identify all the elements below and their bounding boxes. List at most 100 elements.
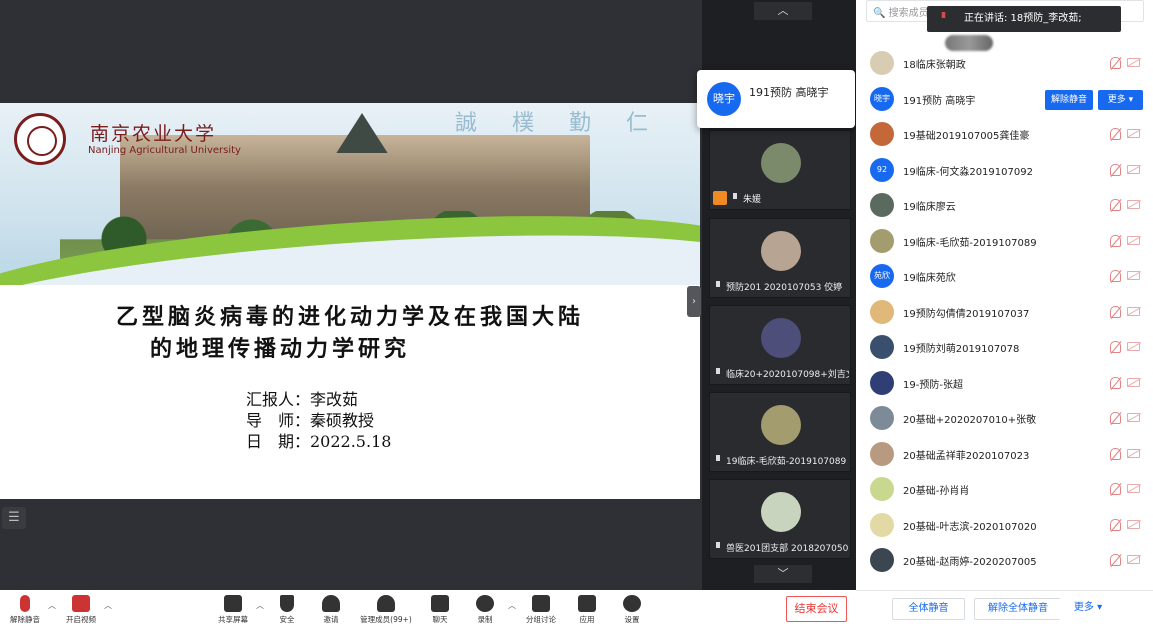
mic-muted-icon[interactable] [1110, 305, 1121, 318]
speaker-mic-icon [941, 12, 946, 18]
mic-muted-icon[interactable] [1110, 128, 1121, 140]
camera-off-icon[interactable] [1127, 164, 1140, 174]
manage-members-button[interactable]: 管理成员(99+) [355, 592, 417, 627]
member-row[interactable]: 19预防勾倩倩2019107037 [856, 295, 1153, 330]
participant-name: 兽医201团支部 2018207050... [726, 544, 849, 554]
video-tile[interactable]: 临床20+2020107098+刘吉文 [709, 305, 851, 385]
member-unmute-button[interactable]: 解除静音 [1045, 89, 1093, 110]
participant-name: 临床20+2020107098+刘吉文 [726, 370, 849, 380]
video-tile[interactable]: 19临床-毛欣茹-2019107089 [709, 392, 851, 472]
mic-muted-icon[interactable] [1110, 376, 1121, 389]
camera-off-icon[interactable] [1127, 235, 1140, 245]
speaking-text: 正在讲话: 18预防_李改茹; [964, 13, 1082, 24]
camera-off-icon[interactable] [1127, 377, 1140, 387]
member-row[interactable]: 19临床-毛欣茹-2019107089 [856, 224, 1153, 259]
panel-more-button[interactable]: 更多 ▾ [1059, 598, 1117, 620]
invite-button[interactable]: 邀请 [308, 592, 354, 627]
camera-off-icon[interactable] [1127, 484, 1140, 493]
video-tile[interactable]: 兽医201团支部 2018207050... [709, 479, 851, 559]
slide-banner: 南京农业大学 Nanjing Agricultural University 誠… [0, 103, 700, 285]
member-row[interactable]: 苑欣 19临床苑欣 [856, 259, 1153, 294]
video-tile[interactable]: 预防201 2020107053 佼婷 [709, 218, 851, 298]
security-button[interactable]: 安全 [264, 592, 310, 627]
apps-button[interactable]: 应用 [564, 592, 610, 627]
member-avatar [870, 193, 894, 217]
member-name: 20基础孟祥菲2020107023 [903, 450, 1030, 462]
member-row[interactable]: 19基础2019107005龚佳豪 [856, 117, 1153, 152]
member-more-button[interactable]: 更多 ▾ [1098, 89, 1143, 110]
member-row[interactable]: 19预防刘萌2019107078 [856, 330, 1153, 365]
university-motto: 誠 樸 勤 仁 [455, 111, 662, 136]
unmute-button[interactable]: 解除静音 ︿ [2, 592, 56, 627]
camera-off-icon[interactable] [1127, 200, 1140, 209]
unmute-all-button[interactable]: 解除全体静音 [974, 598, 1062, 620]
camera-off-icon[interactable] [1127, 58, 1140, 67]
member-name: 19临床-毛欣茹-2019107089 [903, 237, 1037, 249]
record-button[interactable]: 录制 ︿ [462, 592, 516, 627]
camera-off-icon[interactable] [1127, 413, 1140, 422]
member-avatar [870, 370, 894, 395]
camera-off-icon[interactable] [1127, 271, 1140, 280]
slide-date: 日 期：2022.5.18 [246, 432, 392, 451]
member-avatar: 92 [870, 157, 894, 182]
share-screen-icon [224, 595, 242, 612]
member-row[interactable]: 20基础孟祥菲2020107023 [856, 437, 1153, 472]
member-avatar [870, 477, 894, 501]
mic-muted-icon[interactable] [1110, 270, 1121, 282]
participant-popup: 晓宇 191预防 高晓宇 [697, 70, 855, 128]
chevron-up-icon[interactable]: ︿ [508, 600, 516, 611]
member-row[interactable]: 晓宇 191预防 高晓宇 解除静音 更多 ▾ [856, 82, 1153, 117]
member-row[interactable]: 20基础-赵雨婷-2020207005 [856, 543, 1153, 578]
camera-off-icon[interactable] [1127, 306, 1140, 316]
camera-off-icon[interactable] [1127, 555, 1140, 564]
mic-muted-icon[interactable] [1110, 234, 1121, 247]
mic-muted-icon[interactable] [1110, 554, 1121, 566]
camera-off-icon[interactable] [1127, 519, 1140, 529]
university-name-cn: 南京农业大学 [90, 123, 217, 145]
participant-name: 预防201 2020107053 佼婷 [726, 283, 843, 293]
mute-all-button[interactable]: 全体静音 [892, 598, 965, 620]
mic-muted-icon[interactable] [1110, 199, 1121, 211]
record-icon [476, 595, 494, 612]
member-row[interactable]: 92 19临床-何文淼2019107092 [856, 153, 1153, 188]
collapse-strip-button[interactable]: › [687, 286, 701, 317]
camera-off-icon[interactable] [1127, 342, 1140, 351]
scroll-down-icon[interactable]: ﹀ [754, 565, 812, 583]
member-row[interactable]: 18临床张朝政 [856, 46, 1153, 81]
member-row[interactable]: 20基础-叶志滨-2020107020 [856, 508, 1153, 543]
camera-off-icon[interactable] [1127, 129, 1140, 138]
mic-icon [716, 455, 720, 461]
scroll-up-icon[interactable]: ︿ [754, 2, 812, 20]
member-row[interactable]: 19-预防-张超 [856, 366, 1153, 401]
member-row[interactable]: 20基础+2020207010+张敬 [856, 401, 1153, 436]
chevron-up-icon[interactable]: ︿ [104, 600, 112, 611]
mic-muted-icon[interactable] [1110, 483, 1121, 495]
camera-off-icon[interactable] [1127, 448, 1140, 458]
settings-button[interactable]: 设置 [609, 592, 655, 627]
mic-muted-icon[interactable] [1110, 341, 1121, 353]
member-avatar [870, 51, 894, 75]
chat-icon [431, 595, 449, 612]
list-view-icon[interactable]: ☰ [2, 507, 26, 529]
mic-muted-icon[interactable] [1110, 518, 1121, 531]
mic-muted-icon[interactable] [1110, 57, 1121, 69]
member-row[interactable]: 19临床廖云 [856, 188, 1153, 223]
end-meeting-button[interactable]: 结束会议 [786, 596, 847, 622]
participant-avatar [761, 492, 801, 532]
member-avatar [870, 335, 894, 359]
mic-muted-icon[interactable] [1110, 163, 1121, 176]
mic-muted-icon[interactable] [1110, 412, 1121, 424]
breakout-button[interactable]: 分组讨论 [518, 592, 564, 627]
participant-avatar [761, 143, 801, 183]
chat-button[interactable]: 聊天 [417, 592, 463, 627]
chevron-up-icon[interactable]: ︿ [256, 600, 264, 611]
mic-muted-icon[interactable] [1110, 447, 1121, 460]
chevron-up-icon[interactable]: ︿ [48, 600, 56, 611]
video-tile[interactable]: 朱媛 [709, 130, 851, 210]
start-video-button[interactable]: 开启视频 ︿ [58, 592, 112, 627]
member-avatar [870, 441, 894, 466]
member-row[interactable]: 20基础-孙肖肖 [856, 472, 1153, 507]
participant-avatar [761, 405, 801, 445]
mic-icon [733, 193, 737, 199]
share-screen-button[interactable]: 共享屏幕 ︿ [210, 592, 264, 627]
